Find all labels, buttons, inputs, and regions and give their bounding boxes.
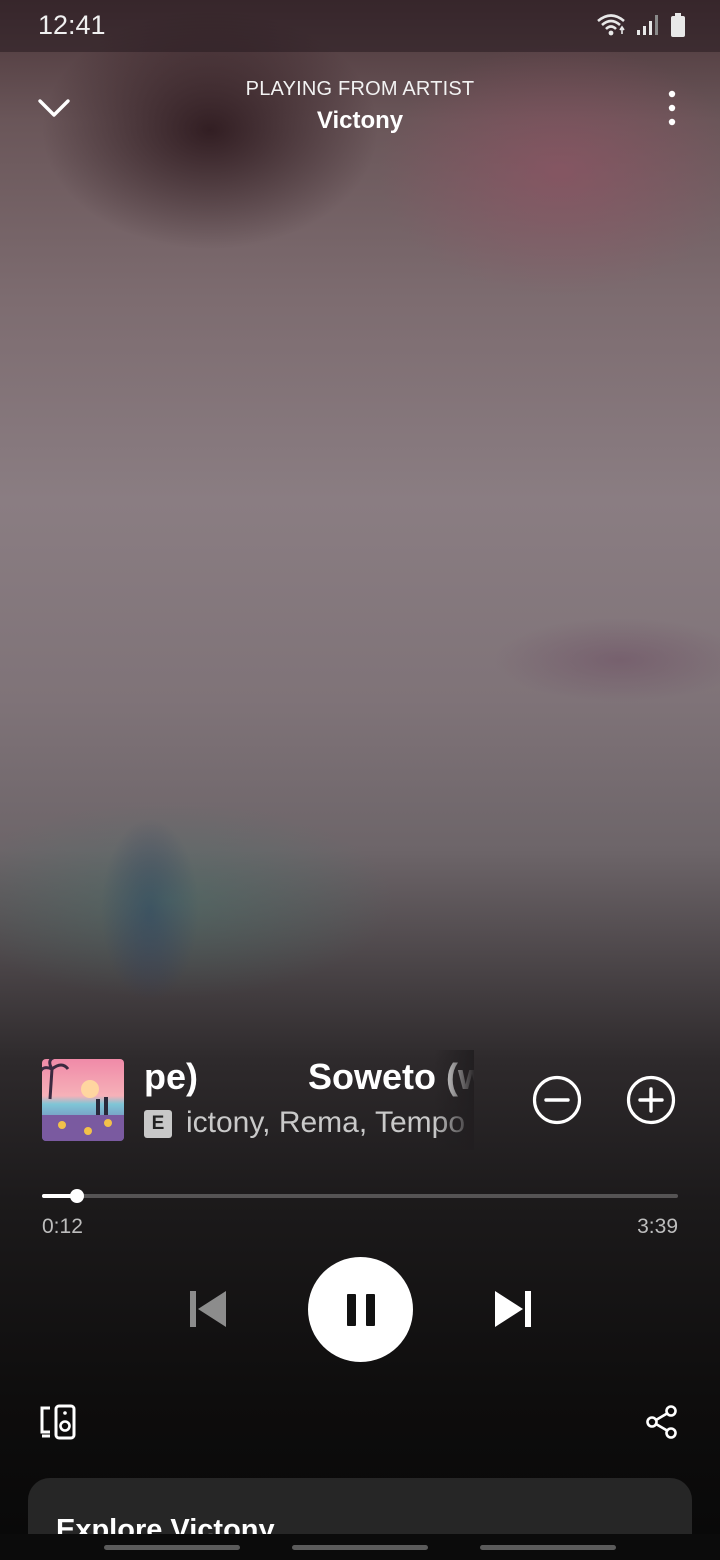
nav-recents-button[interactable] <box>104 1545 240 1550</box>
plus-circle-icon <box>626 1075 676 1125</box>
status-icons <box>596 12 686 38</box>
nav-back-button[interactable] <box>480 1545 616 1550</box>
playing-from-artist[interactable]: Victony <box>160 107 560 135</box>
track-artists: ictony, Rema, Tempo <box>186 1106 466 1139</box>
system-navigation-bar <box>0 1534 720 1560</box>
connect-devices-button[interactable] <box>38 1402 78 1442</box>
elapsed-time: 0:12 <box>42 1215 83 1238</box>
playing-from-label: PLAYING FROM ARTIST <box>245 78 475 100</box>
explicit-badge: E <box>144 1110 172 1138</box>
battery-icon <box>671 13 685 37</box>
connect-devices-icon <box>40 1404 76 1440</box>
pause-button[interactable] <box>308 1257 413 1362</box>
next-track-button[interactable] <box>489 1285 537 1333</box>
minus-circle-icon <box>532 1075 582 1125</box>
track-title-tail: pe) <box>144 1056 198 1097</box>
previous-track-button[interactable] <box>184 1285 232 1333</box>
playing-context: PLAYING FROM ARTIST Victony <box>160 78 560 135</box>
cellular-signal-icon <box>637 15 658 35</box>
add-to-playlist-button[interactable] <box>625 1074 677 1126</box>
skip-next-icon <box>495 1291 531 1327</box>
share-icon <box>646 1405 677 1439</box>
wifi-icon <box>597 14 625 36</box>
status-time: 12:41 <box>38 10 106 40</box>
more-vertical-icon[interactable] <box>662 88 682 128</box>
seek-bar[interactable] <box>42 1189 678 1203</box>
album-thumbnail[interactable] <box>42 1059 124 1141</box>
status-bar: 12:41 <box>0 0 720 52</box>
share-button[interactable] <box>644 1404 680 1440</box>
skip-previous-icon <box>190 1291 226 1327</box>
total-time: 3:39 <box>637 1215 678 1238</box>
track-info[interactable]: pe) Soweto (w E ictony, Rema, Tempo <box>144 1050 474 1150</box>
remove-from-library-button[interactable] <box>531 1074 583 1126</box>
pause-icon <box>346 1293 375 1326</box>
seek-bar-handle[interactable] <box>69 1189 84 1203</box>
track-title: pe) Soweto (w <box>144 1056 474 1098</box>
chevron-down-icon[interactable] <box>34 88 74 128</box>
marquee-fade <box>434 1050 474 1150</box>
nav-home-button[interactable] <box>292 1545 428 1550</box>
